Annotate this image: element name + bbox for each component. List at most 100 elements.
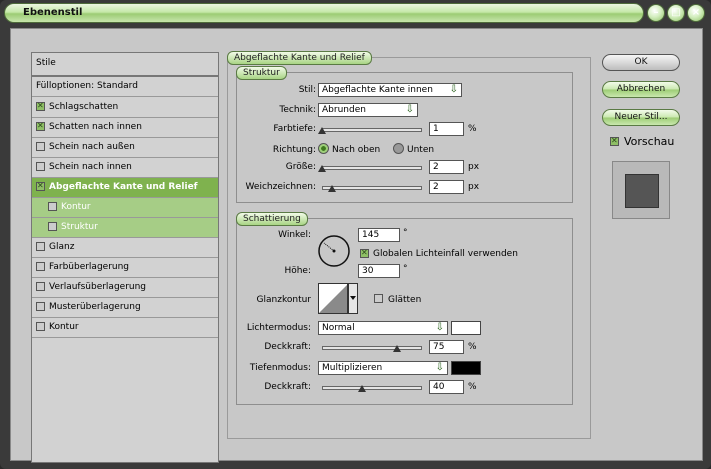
style-item-2[interactable]: Schein nach außen: [32, 138, 218, 158]
preview-label: Vorschau: [624, 135, 675, 148]
new-style-button[interactable]: Neuer Stil...: [602, 109, 680, 126]
close-button[interactable]: ×: [687, 4, 705, 22]
angle-input[interactable]: 145: [358, 228, 400, 242]
shadow-color-swatch[interactable]: [451, 361, 481, 375]
style-item-11[interactable]: Kontur: [32, 318, 218, 338]
style-item-0[interactable]: Schlagschatten: [32, 98, 218, 118]
shadow-opacity-input[interactable]: 40: [429, 380, 464, 394]
ok-button[interactable]: OK: [602, 54, 680, 71]
highlight-opacity-unit: %: [468, 342, 477, 352]
angle-unit: °: [403, 228, 408, 238]
size-slider[interactable]: [322, 166, 422, 170]
style-item-8[interactable]: Farbüberlagerung: [32, 258, 218, 278]
shadow-opacity-unit: %: [468, 382, 477, 392]
style-item-1[interactable]: Schatten nach innen: [32, 118, 218, 138]
technique-label: Technik:: [279, 105, 316, 115]
arrow-down-icon: ⇩: [435, 362, 444, 373]
maximize-button[interactable]: □: [667, 4, 685, 22]
style-item-label: Schatten nach innen: [49, 122, 142, 132]
highlight-color-swatch[interactable]: [451, 321, 481, 335]
style-item-7[interactable]: Glanz: [32, 238, 218, 258]
structure-title: Struktur: [236, 66, 287, 80]
style-item-checkbox[interactable]: [48, 222, 57, 231]
highlight-opacity-slider-thumb[interactable]: [393, 345, 401, 352]
shadow-mode-label: Tiefenmodus:: [249, 363, 311, 373]
style-item-checkbox[interactable]: [48, 202, 57, 211]
direction-down-radio[interactable]: [393, 143, 404, 154]
style-item-label: Farbüberlagerung: [49, 262, 130, 272]
shading-group: [236, 218, 573, 405]
style-item-3[interactable]: Schein nach innen: [32, 158, 218, 178]
soften-unit: px: [468, 182, 480, 192]
soften-label: Weichzeichnen:: [245, 182, 316, 192]
highlight-opacity-input[interactable]: 75: [429, 340, 464, 354]
soften-input[interactable]: 2: [429, 180, 464, 194]
style-dropdown[interactable]: Abgeflachte Kante innen ⇩: [318, 83, 462, 97]
style-item-checkbox[interactable]: [36, 322, 45, 331]
depth-unit: %: [468, 124, 477, 134]
depth-slider[interactable]: [322, 128, 422, 132]
shadow-mode-dropdown[interactable]: Multiplizieren ⇩: [318, 361, 448, 375]
depth-label: Farbtiefe:: [273, 124, 316, 134]
arrow-down-icon: ⇩: [449, 84, 458, 95]
shadow-opacity-slider-thumb[interactable]: [358, 385, 366, 392]
global-light-label: Globalen Lichteinfall verwenden: [373, 249, 518, 259]
style-item-9[interactable]: Verlaufsüberlagerung: [32, 278, 218, 298]
altitude-label: Höhe:: [284, 266, 311, 276]
antialias-checkbox[interactable]: [374, 294, 383, 303]
style-item-checkbox[interactable]: [36, 282, 45, 291]
depth-slider-thumb[interactable]: [318, 127, 326, 134]
minimize-button[interactable]: –: [647, 4, 665, 22]
preview-checkbox[interactable]: [610, 136, 619, 146]
highlight-opacity-label: Deckkraft:: [264, 342, 311, 352]
title-bar[interactable]: Ebenenstil: [4, 3, 644, 23]
blend-options-item[interactable]: Fülloptionen: Standard: [32, 77, 218, 97]
altitude-unit: °: [403, 264, 408, 274]
style-item-checkbox[interactable]: [36, 262, 45, 271]
size-unit: px: [468, 162, 480, 172]
direction-label: Richtung:: [272, 145, 316, 155]
preview-thumbnail: [612, 161, 670, 219]
size-label: Größe:: [285, 162, 316, 172]
size-input[interactable]: 2: [429, 160, 464, 174]
styles-list: Stile Fülloptionen: Standard Schlagschat…: [31, 52, 219, 463]
style-item-label: Verlaufsüberlagerung: [49, 282, 147, 292]
size-slider-thumb[interactable]: [318, 165, 326, 172]
depth-input[interactable]: 1: [429, 122, 464, 136]
highlight-mode-label: Lichtermodus:: [246, 323, 311, 333]
style-item-checkbox[interactable]: [36, 181, 45, 191]
soften-slider-thumb[interactable]: [328, 185, 336, 192]
preview-swatch: [625, 174, 659, 208]
window-title: Ebenenstil: [23, 7, 83, 18]
style-item-label: Kontur: [61, 202, 91, 212]
technique-dropdown[interactable]: Abrunden ⇩: [318, 103, 418, 117]
style-item-checkbox[interactable]: [36, 242, 45, 251]
style-item-checkbox[interactable]: [36, 121, 45, 131]
style-item-10[interactable]: Musterüberlagerung: [32, 298, 218, 318]
gloss-contour-picker[interactable]: [318, 283, 358, 315]
antialias-label: Glätten: [388, 295, 422, 305]
highlight-opacity-slider[interactable]: [322, 346, 422, 350]
cancel-button[interactable]: Abbrechen: [602, 81, 680, 98]
soften-slider[interactable]: [322, 186, 422, 190]
style-item-checkbox[interactable]: [36, 162, 45, 171]
style-item-label: Abgeflachte Kante und Relief: [49, 182, 198, 192]
shadow-opacity-slider[interactable]: [322, 386, 422, 390]
style-item-checkbox[interactable]: [36, 302, 45, 311]
styles-header[interactable]: Stile: [32, 53, 218, 77]
global-light-checkbox[interactable]: [360, 248, 369, 258]
style-item-4[interactable]: Abgeflachte Kante und Relief: [32, 178, 218, 198]
dialog-body: Stile Fülloptionen: Standard Schlagschat…: [10, 28, 703, 463]
highlight-mode-dropdown[interactable]: Normal ⇩: [318, 321, 448, 335]
style-item-checkbox[interactable]: [36, 142, 45, 151]
style-label: Stil:: [298, 85, 316, 95]
direction-up-radio[interactable]: [318, 143, 329, 154]
style-item-5[interactable]: Kontur: [32, 198, 218, 218]
direction-up-label: Nach oben: [332, 145, 381, 155]
angle-label: Winkel:: [278, 230, 311, 240]
style-item-checkbox[interactable]: [36, 101, 45, 111]
altitude-input[interactable]: 30: [358, 264, 400, 278]
style-item-label: Kontur: [49, 322, 79, 332]
angle-dial[interactable]: [317, 234, 351, 268]
style-item-6[interactable]: Struktur: [32, 218, 218, 238]
